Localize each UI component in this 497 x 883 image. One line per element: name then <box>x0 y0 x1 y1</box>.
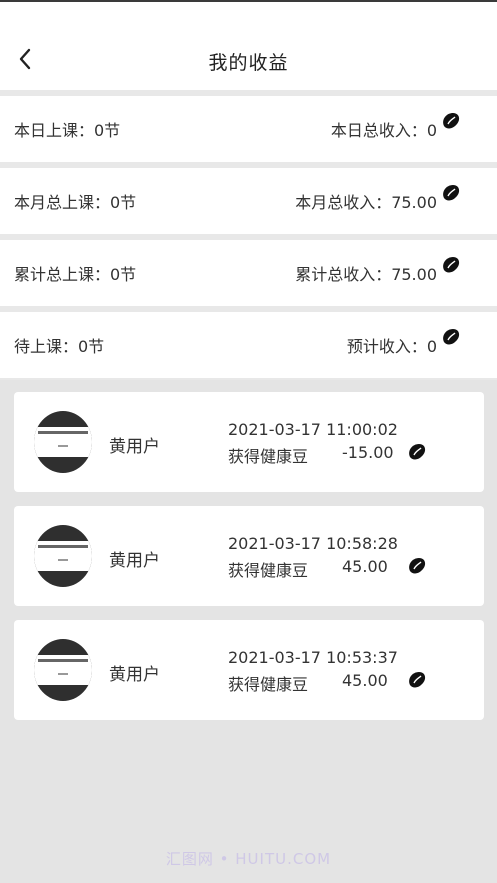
record-desc: 获得健康豆 <box>228 447 309 466</box>
stat-row-month: 本月总上课：0节 本月总收入：75.00 <box>0 168 497 234</box>
stat-row-total: 累计总上课：0节 累计总收入：75.00 <box>0 240 497 306</box>
record-amount: -15.00 <box>342 443 394 462</box>
record-time: 2021-03-17 11:00:02 <box>228 420 398 439</box>
earnings-page: 我的收益 本日上课：0节 本日总收入：0 本月总上课：0节 本月总收入：75.0… <box>0 0 497 883</box>
bean-icon <box>409 444 426 460</box>
bean-icon <box>443 113 460 129</box>
stat-left-label: 待上课：0节 <box>14 337 105 356</box>
record-amount: 45.00 <box>342 671 388 690</box>
record-card[interactable]: 黄用户 2021-03-17 11:00:02 获得健康豆 -15.00 <box>14 392 484 492</box>
bean-icon <box>409 672 426 688</box>
stat-left-label: 本月总上课：0节 <box>14 193 137 212</box>
record-user: 黄用户 <box>109 665 160 685</box>
stat-row-pending: 待上课：0节 预计收入：0 <box>0 312 497 378</box>
stat-left-label: 累计总上课：0节 <box>14 265 137 284</box>
stat-right-label: 本日总收入：0 <box>330 113 460 141</box>
record-time: 2021-03-17 10:53:37 <box>228 648 398 667</box>
bean-icon <box>409 558 426 574</box>
stat-right-text: 预计收入：0 <box>346 337 437 356</box>
page-title: 我的收益 <box>208 52 289 74</box>
stat-left-label: 本日上课：0节 <box>14 121 121 140</box>
stat-right-label: 累计总收入：75.00 <box>295 257 460 285</box>
bean-icon <box>443 329 460 345</box>
avatar <box>34 525 92 587</box>
stat-right-text: 累计总收入：75.00 <box>295 265 437 284</box>
bean-icon <box>443 257 460 273</box>
stat-right-text: 本月总收入：75.00 <box>295 193 437 212</box>
record-user: 黄用户 <box>109 437 160 457</box>
bean-icon <box>443 185 460 201</box>
stat-right-label: 本月总收入：75.00 <box>295 185 460 213</box>
record-desc: 获得健康豆 <box>228 561 309 580</box>
stat-right-label: 预计收入：0 <box>346 329 460 357</box>
record-card[interactable]: 黄用户 2021-03-17 10:53:37 获得健康豆 45.00 <box>14 620 484 720</box>
record-time: 2021-03-17 10:58:28 <box>228 534 398 553</box>
record-user: 黄用户 <box>109 551 160 571</box>
avatar <box>34 639 92 701</box>
app-header: 我的收益 <box>0 2 497 90</box>
watermark: 汇图网 • HUITU.COM <box>165 850 332 868</box>
stat-right-text: 本日总收入：0 <box>330 121 437 140</box>
record-card[interactable]: 黄用户 2021-03-17 10:58:28 获得健康豆 45.00 <box>14 506 484 606</box>
avatar <box>34 411 92 473</box>
record-amount: 45.00 <box>342 557 388 576</box>
record-desc: 获得健康豆 <box>228 675 309 694</box>
stat-row-today: 本日上课：0节 本日总收入：0 <box>0 96 497 162</box>
